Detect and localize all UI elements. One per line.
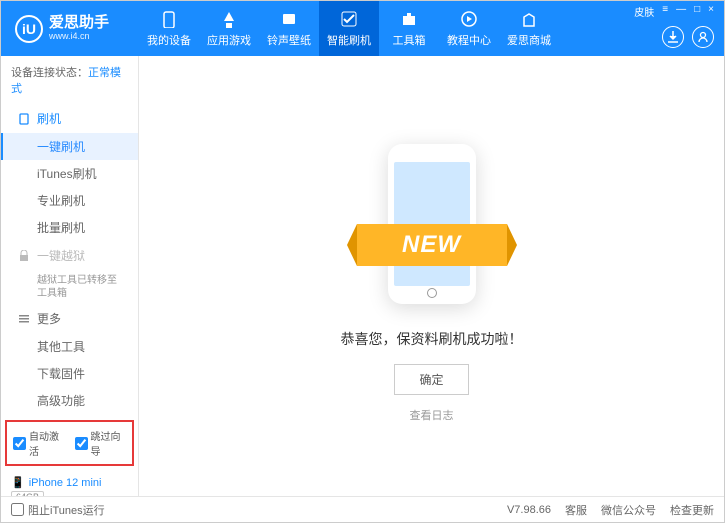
phone-icon: 📱 (11, 476, 25, 489)
device-info[interactable]: 📱iPhone 12 mini 64GB Down-12mini-13,1 (1, 472, 138, 496)
sidebar-sub-2-0[interactable]: 其他工具 (1, 333, 138, 360)
sidebar-sub-0-3[interactable]: 批量刷机 (1, 214, 138, 241)
nav-icon (519, 9, 539, 29)
maximize-button[interactable]: □ (692, 4, 702, 19)
sidebar-cat-1[interactable]: 一键越狱 (1, 241, 138, 270)
nav-6[interactable]: 爱思商城 (499, 1, 559, 56)
wechat-link[interactable]: 微信公众号 (601, 502, 656, 518)
nav-icon (219, 9, 239, 29)
nav-icon (339, 9, 359, 29)
nav-icon (279, 9, 299, 29)
cat-icon (17, 112, 31, 126)
sidebar-sub-0-0[interactable]: 一键刷机 (1, 133, 138, 160)
nav-1[interactable]: 应用游戏 (199, 1, 259, 56)
update-link[interactable]: 检查更新 (670, 502, 714, 518)
success-message: 恭喜您，保资料刷机成功啦！ (341, 329, 523, 349)
sidebar-cat-2[interactable]: 更多 (1, 304, 138, 333)
nav-icon (399, 9, 419, 29)
window-controls: 皮肤 ≡ — □ × (632, 4, 716, 19)
minimize-button[interactable]: — (674, 4, 688, 19)
view-log-link[interactable]: 查看日志 (410, 407, 454, 423)
close-button[interactable]: × (706, 4, 716, 19)
skin-button[interactable]: 皮肤 (632, 4, 656, 19)
nav-icon (459, 9, 479, 29)
header: iU 爱思助手 www.i4.cn 我的设备应用游戏铃声壁纸智能刷机工具箱教程中… (1, 1, 724, 56)
main-content: NEW 恭喜您，保资料刷机成功啦！ 确定 查看日志 (139, 56, 724, 496)
nav-3[interactable]: 智能刷机 (319, 1, 379, 56)
app-title: 爱思助手 (49, 15, 109, 32)
phone-illustration: NEW (357, 129, 507, 309)
options-box: 自动激活 跳过向导 (5, 420, 134, 466)
nav-icon (159, 9, 179, 29)
block-itunes-checkbox[interactable]: 阻止iTunes运行 (11, 502, 105, 518)
top-nav: 我的设备应用游戏铃声壁纸智能刷机工具箱教程中心爱思商城 (139, 1, 559, 56)
sidebar-sub-2-1[interactable]: 下载固件 (1, 360, 138, 387)
device-status: 设备连接状态：正常模式 (1, 56, 138, 104)
sidebar-cat-0[interactable]: 刷机 (1, 104, 138, 133)
version-label: V7.98.66 (507, 504, 551, 516)
user-icon[interactable] (692, 26, 714, 48)
footer: 阻止iTunes运行 V7.98.66 客服 微信公众号 检查更新 (1, 496, 724, 522)
logo[interactable]: iU 爱思助手 www.i4.cn (1, 15, 139, 43)
auto-activate-checkbox[interactable]: 自动激活 (13, 428, 65, 458)
download-icon[interactable] (662, 26, 684, 48)
nav-0[interactable]: 我的设备 (139, 1, 199, 56)
menu-button[interactable]: ≡ (660, 4, 670, 19)
skip-guide-checkbox[interactable]: 跳过向导 (75, 428, 127, 458)
logo-icon: iU (15, 15, 43, 43)
support-link[interactable]: 客服 (565, 502, 587, 518)
sidebar-sub-0-1[interactable]: iTunes刷机 (1, 160, 138, 187)
nav-4[interactable]: 工具箱 (379, 1, 439, 56)
sidebar-sub-2-2[interactable]: 高级功能 (1, 387, 138, 414)
sidebar: 设备连接状态：正常模式 刷机一键刷机iTunes刷机专业刷机批量刷机一键越狱越狱… (1, 56, 139, 496)
cat-note: 越狱工具已转移至 工具箱 (1, 270, 138, 304)
new-ribbon: NEW (357, 224, 507, 266)
nav-2[interactable]: 铃声壁纸 (259, 1, 319, 56)
sidebar-sub-0-2[interactable]: 专业刷机 (1, 187, 138, 214)
nav-5[interactable]: 教程中心 (439, 1, 499, 56)
cat-icon (17, 312, 31, 326)
app-subtitle: www.i4.cn (49, 32, 109, 42)
confirm-button[interactable]: 确定 (394, 364, 468, 395)
cat-icon (17, 249, 31, 263)
